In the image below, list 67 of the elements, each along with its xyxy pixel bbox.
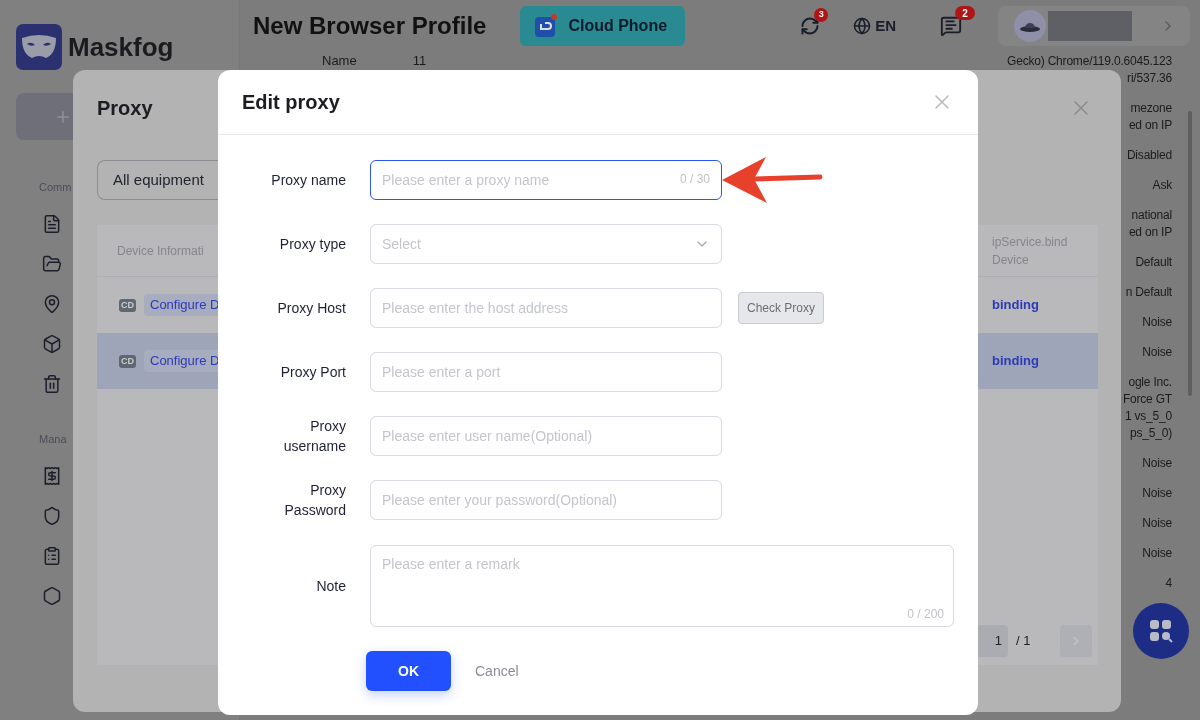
binding-link[interactable]: binding bbox=[992, 351, 1039, 371]
character-counter: 0 / 30 bbox=[679, 172, 710, 186]
ok-button[interactable]: OK bbox=[366, 651, 451, 691]
page-title: New Browser Profile bbox=[253, 11, 487, 41]
field-label: Proxy type bbox=[279, 235, 346, 254]
field-label: Proxy username bbox=[282, 417, 346, 456]
shield-icon[interactable] bbox=[42, 506, 62, 526]
page-number-field[interactable]: 1 bbox=[976, 625, 1008, 657]
dialog-title: Proxy bbox=[97, 96, 153, 121]
setting-value: Ask bbox=[1152, 177, 1172, 194]
folder-open-icon[interactable] bbox=[42, 254, 62, 274]
setting-value: Noise bbox=[1142, 344, 1172, 361]
table-row[interactable]: binding bbox=[976, 333, 1098, 389]
setting-value: ps_5_0) bbox=[1130, 425, 1172, 442]
field-label: Proxy Host bbox=[277, 299, 346, 318]
avatar-icon bbox=[1014, 10, 1046, 42]
setting-value: 4 bbox=[1165, 575, 1172, 592]
notification-badge: 2 bbox=[955, 6, 975, 20]
box-icon[interactable] bbox=[42, 334, 62, 354]
setting-value: national bbox=[1131, 207, 1172, 224]
binding-link[interactable]: binding bbox=[992, 295, 1039, 315]
setting-value: ri/537.36 bbox=[1127, 70, 1172, 87]
field-label: Name bbox=[322, 53, 357, 69]
setting-value: Default bbox=[1135, 254, 1172, 271]
mask-logo-icon bbox=[16, 24, 62, 70]
setting-value: ogle Inc. bbox=[1128, 374, 1172, 391]
grid-search-icon bbox=[1149, 619, 1173, 643]
quick-menu-button[interactable] bbox=[1133, 603, 1189, 659]
setting-value: ed on IP bbox=[1128, 224, 1172, 241]
field-label: Proxy Password bbox=[283, 481, 346, 520]
check-proxy-button[interactable]: Check Proxy bbox=[738, 292, 825, 324]
setting-value: Gecko) Chrome/119.0.6045.123 bbox=[1007, 53, 1172, 70]
field-label: Note bbox=[316, 577, 346, 596]
device-badge: CD bbox=[119, 298, 136, 312]
notification-badge: 3 bbox=[814, 8, 829, 22]
sync-icon[interactable] bbox=[800, 16, 821, 36]
map-pin-icon[interactable] bbox=[42, 294, 62, 314]
brand-name: Maskfog bbox=[68, 30, 174, 64]
file-text-icon[interactable] bbox=[42, 214, 62, 234]
setting-value: Noise bbox=[1142, 455, 1172, 472]
setting-value: Force GT bbox=[1122, 391, 1172, 408]
setting-value: ed on IP bbox=[1128, 117, 1172, 134]
setting-value: Noise bbox=[1142, 545, 1172, 562]
trash-icon[interactable] bbox=[42, 374, 62, 394]
message-icon[interactable] bbox=[940, 15, 962, 37]
setting-value: mezone bbox=[1130, 100, 1172, 117]
setting-value: Noise bbox=[1142, 515, 1172, 532]
cloud-phone-button[interactable]: Cloud Phone bbox=[520, 6, 686, 46]
cancel-button[interactable]: Cancel bbox=[475, 660, 519, 682]
setting-value: Disabled bbox=[1126, 147, 1172, 164]
clipboard-icon[interactable] bbox=[42, 546, 62, 566]
receipt-icon[interactable] bbox=[42, 466, 62, 486]
field-label: Proxy Port bbox=[280, 363, 346, 382]
language-button[interactable]: EN bbox=[853, 14, 896, 38]
device-badge: CD bbox=[119, 354, 136, 368]
select-field[interactable]: Select bbox=[370, 224, 722, 264]
setting-value: Noise bbox=[1142, 485, 1172, 502]
character-counter: 0 / 200 bbox=[907, 606, 944, 623]
setting-value: n Default bbox=[1125, 284, 1172, 301]
field-value: 11 bbox=[412, 53, 427, 69]
dialog-title: Edit proxy bbox=[242, 90, 340, 115]
globe-icon bbox=[853, 17, 872, 35]
setting-value: 1 vs_5_0 bbox=[1124, 408, 1172, 425]
page-total: / 1 bbox=[1016, 632, 1031, 651]
field-label: Proxy name bbox=[271, 171, 346, 190]
setting-value: Noise bbox=[1142, 314, 1172, 331]
hexagon-icon[interactable] bbox=[42, 586, 62, 606]
